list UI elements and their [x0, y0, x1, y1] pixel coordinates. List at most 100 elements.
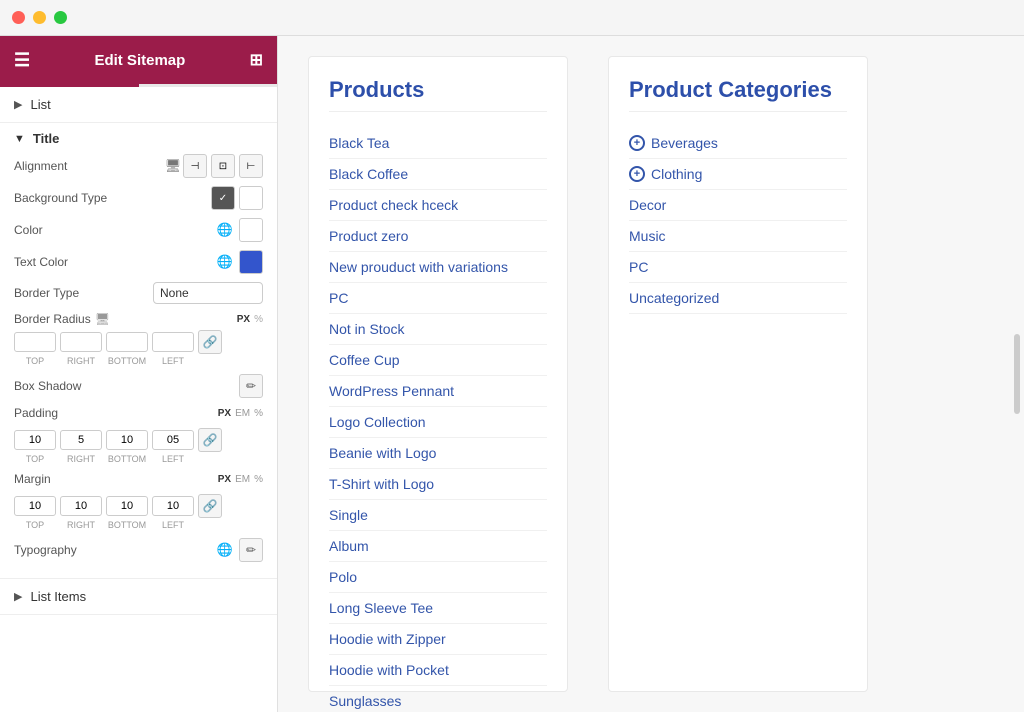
list-item[interactable]: Coffee Cup [329, 345, 547, 376]
list-item[interactable]: Polo [329, 562, 547, 593]
scroll-indicator[interactable] [1014, 334, 1020, 414]
menu-icon[interactable]: ☰ [14, 50, 30, 71]
grid-icon[interactable]: ⊞ [250, 50, 263, 70]
margin-right-input[interactable] [60, 496, 102, 516]
padding-left-label: LEFT [152, 454, 194, 464]
align-center-button[interactable]: ⊡ [211, 154, 235, 178]
padding-link-btn[interactable]: 🔗 [198, 428, 222, 452]
close-button[interactable] [12, 11, 25, 24]
padding-pct-btn[interactable]: % [254, 408, 263, 419]
list-item[interactable]: PC [329, 283, 547, 314]
title-section-header[interactable]: ▼ Title [14, 131, 263, 146]
padding-inputs: 🔗 [14, 428, 263, 452]
category-item-with-plus: +Beverages [629, 135, 847, 151]
title-arrow-icon: ▼ [14, 133, 25, 145]
list-section[interactable]: ▶ List [0, 87, 277, 123]
list-item[interactable]: Hoodie with Pocket [329, 655, 547, 686]
list-item[interactable]: PC [629, 252, 847, 283]
expand-category-icon[interactable]: + [629, 166, 645, 182]
list-item[interactable]: Single [329, 500, 547, 531]
margin-header-row: Margin PX EM % [14, 472, 263, 486]
padding-bottom-label: BOTTOM [106, 454, 148, 464]
margin-labels: TOP RIGHT BOTTOM LEFT [14, 520, 263, 530]
margin-bottom-label: BOTTOM [106, 520, 148, 530]
padding-right-label: RIGHT [60, 454, 102, 464]
list-item[interactable]: Logo Collection [329, 407, 547, 438]
padding-top-input[interactable] [14, 430, 56, 450]
sidebar: ☰ Edit Sitemap ⊞ ▶ List ▼ Title Alignmen [0, 36, 278, 712]
alignment-label: Alignment [14, 159, 163, 173]
list-item[interactable]: WordPress Pennant [329, 376, 547, 407]
padding-right-input[interactable] [60, 430, 102, 450]
border-radius-corner-labels: TOP RIGHT BOTTOM LEFT [14, 356, 263, 366]
list-item[interactable]: Album [329, 531, 547, 562]
margin-em-btn[interactable]: EM [235, 474, 250, 485]
border-radius-bottom-input[interactable] [106, 332, 148, 352]
list-item[interactable]: Sunglasses [329, 686, 547, 712]
list-item[interactable]: Black Coffee [329, 159, 547, 190]
margin-link-btn[interactable]: 🔗 [198, 494, 222, 518]
margin-top-input[interactable] [14, 496, 56, 516]
color-row: Color 🌐 [14, 218, 263, 242]
list-items-label: List Items [30, 589, 86, 604]
border-radius-right-input[interactable] [60, 332, 102, 352]
margin-pct-btn[interactable]: % [254, 474, 263, 485]
list-items-section[interactable]: ▶ List Items [0, 579, 277, 615]
margin-left-input[interactable] [152, 496, 194, 516]
color-controls: 🌐 [215, 218, 263, 242]
list-item[interactable]: +Clothing [629, 159, 847, 190]
border-radius-link-btn[interactable]: 🔗 [198, 330, 222, 354]
border-radius-top-input[interactable] [14, 332, 56, 352]
bottom-corner-label: BOTTOM [106, 356, 148, 366]
list-item[interactable]: Beanie with Logo [329, 438, 547, 469]
list-item[interactable]: Uncategorized [629, 283, 847, 314]
content-area: Products Black TeaBlack CoffeeProduct ch… [278, 36, 1024, 712]
align-right-button[interactable]: ⊢ [239, 154, 263, 178]
px-unit-btn[interactable]: PX [237, 314, 250, 325]
sidebar-content: ▶ List ▼ Title Alignment 🖥 ⊣ ⊡ ⊢ [0, 87, 277, 712]
text-color-label: Text Color [14, 255, 215, 269]
list-item[interactable]: Product zero [329, 221, 547, 252]
expand-category-icon[interactable]: + [629, 135, 645, 151]
margin-right-label: RIGHT [60, 520, 102, 530]
color-label: Color [14, 223, 215, 237]
padding-px-btn[interactable]: PX [218, 408, 231, 419]
pct-unit-btn[interactable]: % [254, 314, 263, 325]
padding-top-label: TOP [14, 454, 56, 464]
app-container: ☰ Edit Sitemap ⊞ ▶ List ▼ Title Alignmen [0, 36, 1024, 712]
list-item[interactable]: Black Tea [329, 128, 547, 159]
color-globe-icon: 🌐 [215, 220, 235, 240]
list-item[interactable]: Hoodie with Zipper [329, 624, 547, 655]
minimize-button[interactable] [33, 11, 46, 24]
list-item[interactable]: +Beverages [629, 128, 847, 159]
list-item[interactable]: Music [629, 221, 847, 252]
typography-row: Typography 🌐 ✏ [14, 538, 263, 562]
padding-left-input[interactable] [152, 430, 194, 450]
text-color-swatch[interactable] [239, 250, 263, 274]
border-radius-left-input[interactable] [152, 332, 194, 352]
list-item[interactable]: Long Sleeve Tee [329, 593, 547, 624]
categories-list: +Beverages +ClothingDecorMusicPCUncategor… [629, 128, 847, 314]
list-item[interactable]: Decor [629, 190, 847, 221]
list-item[interactable]: T-Shirt with Logo [329, 469, 547, 500]
margin-top-label: TOP [14, 520, 56, 530]
padding-bottom-input[interactable] [106, 430, 148, 450]
bg-checked-swatch[interactable]: ✓ [211, 186, 235, 210]
maximize-button[interactable] [54, 11, 67, 24]
padding-em-btn[interactable]: EM [235, 408, 250, 419]
border-radius-label-group: Border Radius 🖥 [14, 312, 110, 326]
box-shadow-row: Box Shadow ✏ [14, 374, 263, 398]
box-shadow-edit-btn[interactable]: ✏ [239, 374, 263, 398]
border-type-select[interactable]: None Solid Dashed Dotted [153, 282, 263, 304]
list-item[interactable]: New prouduct with variations [329, 252, 547, 283]
list-item[interactable]: Not in Stock [329, 314, 547, 345]
bg-white-swatch[interactable] [239, 186, 263, 210]
list-item[interactable]: Product check hceck [329, 190, 547, 221]
color-swatch[interactable] [239, 218, 263, 242]
margin-px-btn[interactable]: PX [218, 474, 231, 485]
margin-bottom-input[interactable] [106, 496, 148, 516]
padding-header-row: Padding PX EM % [14, 406, 263, 420]
typography-edit-btn[interactable]: ✏ [239, 538, 263, 562]
alignment-controls: ⊣ ⊡ ⊢ [183, 154, 263, 178]
align-left-button[interactable]: ⊣ [183, 154, 207, 178]
